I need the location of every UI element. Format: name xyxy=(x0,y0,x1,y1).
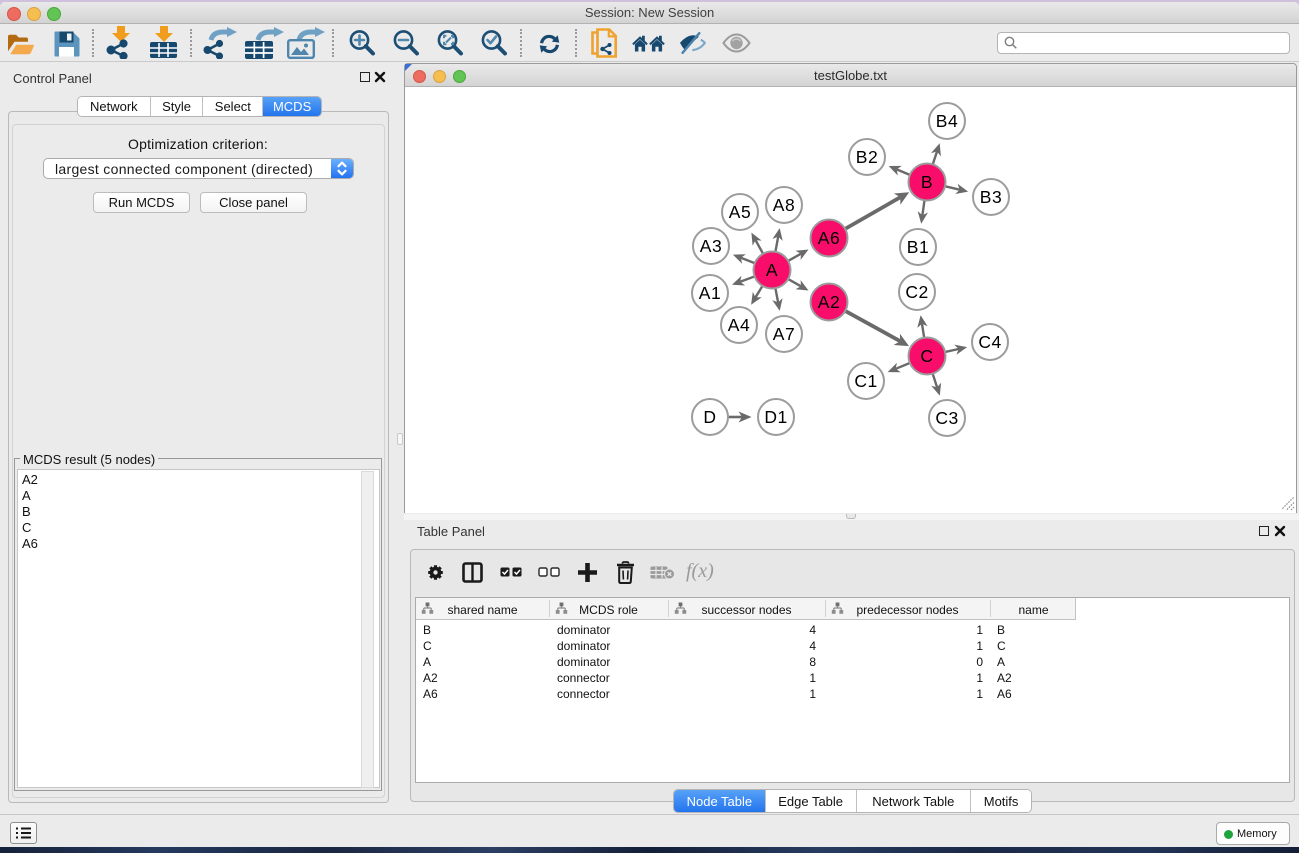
svg-text:B3: B3 xyxy=(980,187,1002,207)
svg-text:A7: A7 xyxy=(773,324,795,344)
svg-text:C4: C4 xyxy=(978,332,1001,352)
svg-text:C3: C3 xyxy=(935,408,958,428)
svg-text:A2: A2 xyxy=(818,292,840,312)
svg-text:B2: B2 xyxy=(856,147,878,167)
svg-text:A8: A8 xyxy=(773,195,795,215)
svg-text:D: D xyxy=(703,407,716,427)
svg-text:B4: B4 xyxy=(936,111,958,131)
svg-text:C: C xyxy=(920,346,933,366)
svg-text:B: B xyxy=(921,172,933,192)
svg-text:A: A xyxy=(766,260,778,280)
svg-text:A3: A3 xyxy=(700,236,722,256)
svg-text:D1: D1 xyxy=(764,407,787,427)
svg-text:B1: B1 xyxy=(907,237,929,257)
svg-text:A1: A1 xyxy=(699,283,721,303)
svg-text:A5: A5 xyxy=(729,202,751,222)
svg-text:C1: C1 xyxy=(854,371,877,391)
svg-text:A6: A6 xyxy=(818,228,840,248)
svg-text:A4: A4 xyxy=(728,315,750,335)
svg-text:C2: C2 xyxy=(905,282,928,302)
